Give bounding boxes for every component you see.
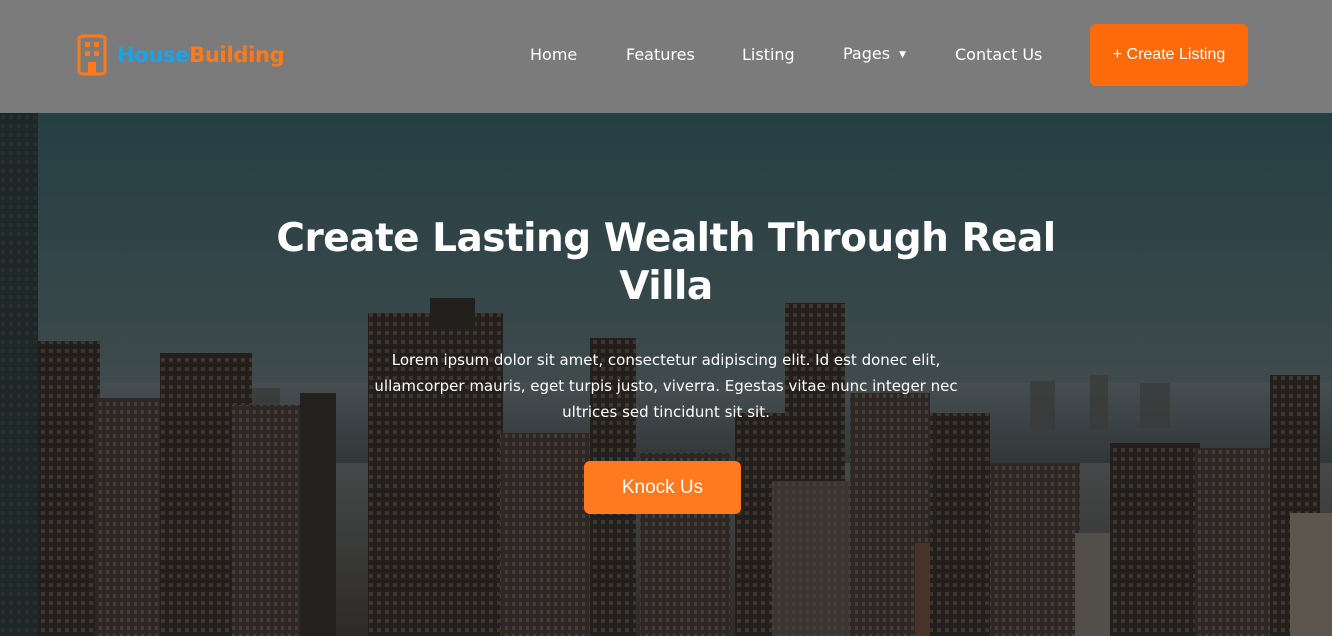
nav-item-pages[interactable]: Pages ▼ [843,43,906,66]
nav-item-listing[interactable]: Listing [742,44,795,66]
nav-item-home[interactable]: Home [530,44,577,66]
nav-item-contact-us[interactable]: Contact Us [955,44,1042,66]
nav-item-pages-label: Pages [843,44,891,63]
nav-item-features[interactable]: Features [626,44,695,66]
knock-us-button[interactable]: Knock Us [584,461,741,514]
hero-description: Lorem ipsum dolor sit amet, consectetur … [374,351,958,421]
create-listing-button[interactable]: + Create Listing [1090,24,1248,86]
site-header: HouseBuilding Home Features Listing Page… [0,0,1332,113]
hero-title: Create Lasting Wealth Through Real Villa [276,216,1056,309]
caret-down-icon: ▼ [899,50,906,60]
hero-section: Create Lasting Wealth Through Real Villa… [0,113,1332,636]
page: HouseBuilding Home Features Listing Page… [0,0,1332,636]
